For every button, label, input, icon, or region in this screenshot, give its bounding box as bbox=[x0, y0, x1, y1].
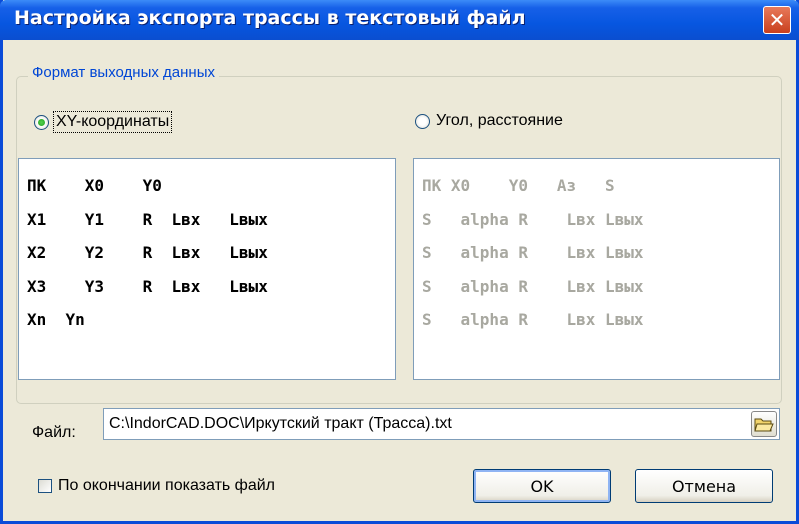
close-button[interactable]: ✕ bbox=[763, 6, 791, 34]
output-format-legend: Формат выходных данных bbox=[28, 64, 219, 81]
preview-line: S alpha R Lвх Lвых bbox=[422, 243, 644, 262]
radio-checked-icon bbox=[34, 114, 49, 130]
preview-line: ПК X0 Y0 bbox=[27, 176, 162, 195]
preview-line: ПК X0 Y0 Aз S bbox=[422, 176, 615, 195]
xy-format-preview: ПК X0 Y0 X1 Y1 R Lвх Lвых X2 Y2 R Lвх Lвых… bbox=[18, 158, 396, 380]
preview-line: X1 Y1 R Lвх Lвых bbox=[27, 209, 268, 229]
window-title: Настройка экспорта трассы в текстовый фа… bbox=[14, 7, 526, 29]
preview-line: S alpha R Lвх Lвых bbox=[422, 310, 644, 329]
close-icon: ✕ bbox=[768, 8, 786, 32]
preview-line: Xn Yn bbox=[27, 310, 85, 329]
folder-open-icon bbox=[754, 418, 774, 432]
angle-distance-label: Угол, расстояние bbox=[436, 112, 563, 129]
preview-line: X2 Y2 R Lвх Lвых bbox=[27, 243, 268, 262]
radio-unchecked-icon bbox=[415, 113, 430, 129]
file-label: Файл: bbox=[32, 424, 76, 441]
file-path-input[interactable]: C:\IndorCAD.DOC\Иркутский тракт (Трасса)… bbox=[103, 408, 780, 440]
xy-coordinates-radio[interactable]: XY-координаты bbox=[34, 111, 173, 133]
preview-line: X3 Y3 R Lвх Lвых bbox=[27, 276, 268, 296]
angle-distance-radio[interactable]: Угол, расстояние bbox=[415, 111, 565, 131]
xy-coordinates-label: XY-координаты bbox=[53, 111, 173, 133]
show-file-label: По окончании показать файл bbox=[58, 477, 276, 494]
browse-button[interactable] bbox=[751, 411, 777, 437]
checkbox-box bbox=[38, 479, 52, 493]
show-file-checkbox[interactable]: По окончании показать файл bbox=[38, 477, 275, 495]
cancel-button[interactable]: Отмена bbox=[635, 469, 773, 503]
preview-line: S alpha R Lвх Lвых bbox=[422, 209, 644, 229]
preview-line: S alpha R Lвх Lвых bbox=[422, 276, 644, 296]
ok-button[interactable]: OK bbox=[473, 469, 611, 503]
title-bar[interactable]: Настройка экспорта трассы в текстовый фа… bbox=[0, 0, 799, 40]
angle-format-preview: ПК X0 Y0 Aз S S alpha R Lвх Lвых S alpha R… bbox=[413, 158, 780, 380]
